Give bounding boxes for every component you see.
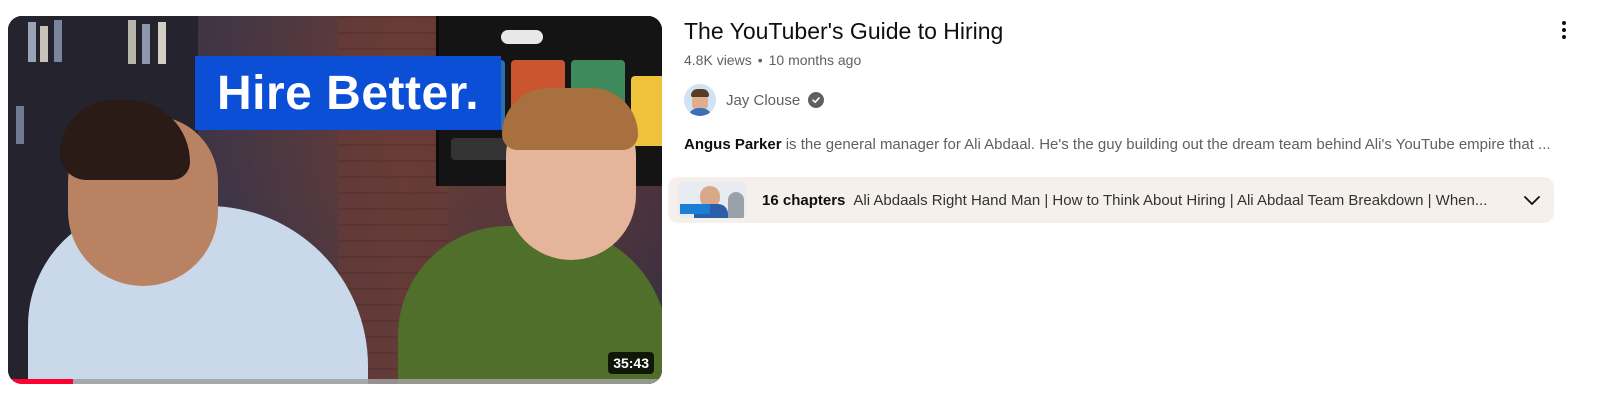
duration-badge: 35:43 [608,352,654,374]
vertical-dots-icon[interactable] [1552,18,1576,42]
book [128,20,136,64]
avatar-shirt [687,108,713,116]
video-details: The YouTuber's Guide to Hiring 4.8K view… [668,16,1584,223]
channel-avatar[interactable] [684,84,716,116]
book [54,20,62,62]
watch-progress-fill [8,379,74,384]
book [16,106,24,144]
chapter-thumb-label [680,204,710,214]
dot [1562,21,1566,25]
video-title[interactable]: The YouTuber's Guide to Hiring [684,16,1584,46]
chapter-titles: Ali Abdaals Right Hand Man | How to Thin… [853,191,1488,209]
dot [1562,35,1566,39]
chevron-down-icon[interactable] [1520,188,1544,212]
chapters-bar[interactable]: 16 chapters Ali Abdaals Right Hand Man |… [668,177,1554,223]
description-lead: Angus Parker [684,136,782,153]
avatar-hair [691,89,709,97]
description-text: is the general manager for Ali Abdaal. H… [781,136,1551,153]
thumbnail-banner: Hire Better. [195,56,501,130]
person-right-hair [502,88,638,150]
book [28,22,36,62]
chapter-thumb-person2 [728,192,744,218]
book [158,22,166,64]
upload-age: 10 months ago [768,52,862,68]
book [40,26,48,62]
dot [1562,28,1566,32]
video-description: Angus Parker is the general manager for … [684,136,1584,153]
channel-name[interactable]: Jay Clouse [726,92,800,109]
chapter-count: 16 chapters [762,191,846,209]
screen-tile [501,30,543,44]
channel-row[interactable]: Jay Clouse [684,84,1584,116]
video-thumbnail[interactable]: Hire Better. 35:43 [8,16,662,384]
book [142,24,150,64]
video-metadata: 4.8K views • 10 months ago [684,52,1584,68]
view-count: 4.8K views [684,52,752,68]
checkmark-badge-icon [808,92,825,108]
chapter-thumbnail [678,182,746,218]
watch-progress-track [8,379,662,384]
meta-separator: • [757,52,763,68]
